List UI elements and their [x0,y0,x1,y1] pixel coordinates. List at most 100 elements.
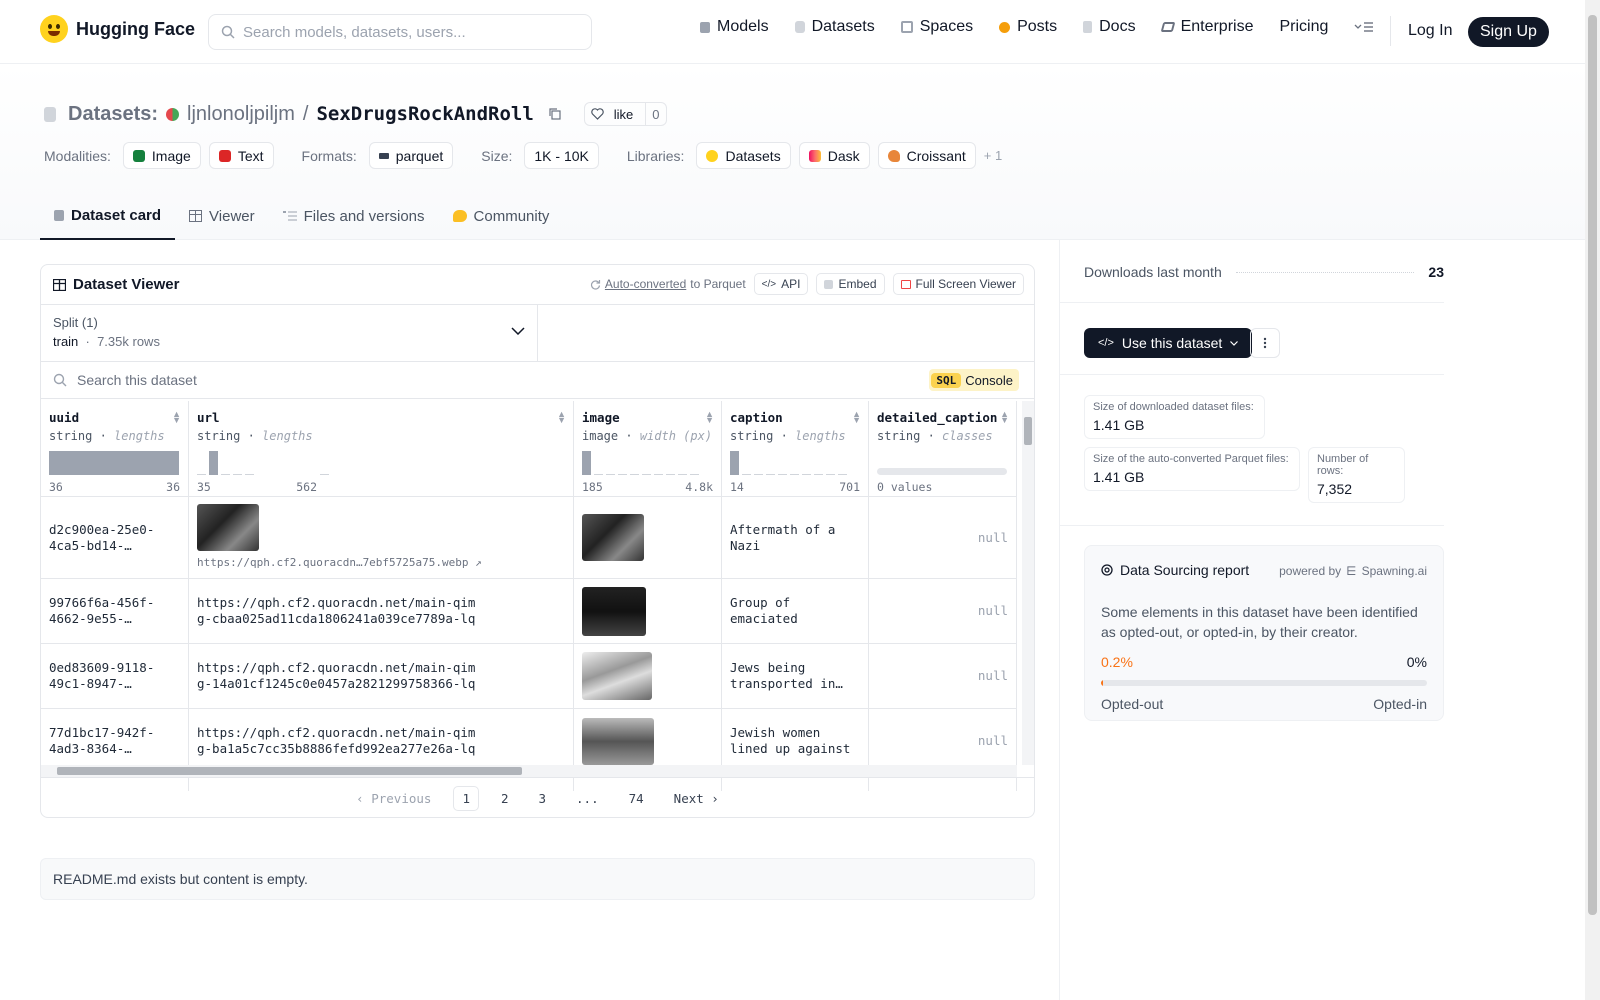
tab-viewer[interactable]: Viewer [175,192,269,240]
next-page-button[interactable]: Next › [666,787,727,810]
sort-icon[interactable]: ▲ ▼ [705,410,714,425]
column-header[interactable]: image image · width (px) ▲ ▼ 185 4.8k [574,401,721,497]
embed-button[interactable]: Embed [816,273,885,295]
page-button[interactable]: 1 [453,785,479,811]
library-datasets-chip[interactable]: Datasets [696,142,791,169]
sql-console-button[interactable]: SQL Console [929,369,1019,391]
page-scroll-thumb[interactable] [1588,15,1597,915]
histogram-bar [666,474,675,475]
tab-community-label: Community [473,207,550,225]
dataset-name[interactable]: SexDrugsRockAndRoll [316,103,533,125]
nav-more-menu[interactable] [1354,20,1374,34]
tab-dataset-card[interactable]: Dataset card [40,192,176,240]
tab-viewer-label: Viewer [209,207,255,225]
fullscreen-button[interactable]: Full Screen Viewer [892,273,1024,295]
nav-enterprise[interactable]: Enterprise [1160,18,1254,36]
image-thumbnail[interactable] [582,652,652,700]
table-cell[interactable] [574,644,721,709]
horizontal-scrollbar[interactable] [41,765,1017,777]
table-cell[interactable]: null [869,497,1016,579]
tab-community[interactable]: Community [439,192,564,240]
nav-docs[interactable]: Docs [1083,18,1136,36]
dataset-meta-row: Modalities: Image Text Formats: parquet … [44,142,1002,169]
sort-icon[interactable]: ▲ ▼ [557,410,566,425]
report-title: Data Sourcing report [1101,562,1249,578]
vertical-scroll-thumb[interactable] [1024,417,1032,445]
table-cell[interactable]: Jews being transported in… [722,644,868,709]
table-cell[interactable]: Aftermath of a Nazi concentratio… [722,497,868,579]
horizontal-scroll-thumb[interactable] [57,767,522,775]
sort-icon[interactable]: ▲ ▼ [172,410,181,425]
nav-posts[interactable]: Posts [999,18,1057,36]
table-cell[interactable]: 99766f6a-456f-4662-9e55-… [41,579,188,644]
column-header[interactable]: detailed_caption string · classes ▲ ▼ 0 v… [869,401,1016,497]
modality-text-chip[interactable]: Text [208,142,274,169]
auto-converted-link[interactable]: Auto-converted [605,277,686,291]
page-button[interactable]: 2 [493,787,517,810]
brand-name: Hugging Face [76,18,196,39]
table-cell[interactable] [574,497,721,579]
table-cell[interactable]: https://qph.cf2.quoracdn.net/main-qimg-1… [189,644,573,709]
cell-text[interactable]: https://qph.cf2.quoracdn…7ebf5725a75.web… [197,555,482,571]
table-cell[interactable]: Group of emaciated prisoners standin… [722,579,868,644]
like-count: 0 [645,103,665,125]
opted-out-percent: 0.2% [1101,654,1133,670]
table-cell[interactable] [574,579,721,644]
row-count-label: Number of rows: [1317,453,1369,477]
library-dask-chip[interactable]: Dask [798,142,870,169]
modality-image-chip[interactable]: Image [122,142,201,169]
more-options-button[interactable] [1250,328,1280,358]
column-url: url string · lengths ▲ ▼ 35 562 https://qp… [189,401,574,791]
table-cell[interactable]: null [869,579,1016,644]
column-header[interactable]: caption string · lengths ▲ ▼ 14 701 [722,401,868,497]
format-parquet-chip[interactable]: parquet [368,142,454,169]
posts-icon [999,21,1011,33]
previous-page-button[interactable]: ‹ Previous [348,787,439,810]
nav-enterprise-label: Enterprise [1180,18,1254,35]
nav-divider [1390,16,1391,46]
table-cell[interactable]: d2c900ea-25e0-4ca5-bd14-… [41,497,188,579]
histogram-bar [778,474,787,475]
library-dask-label: Dask [827,147,860,164]
url-preview-image[interactable] [197,504,259,551]
size-chip[interactable]: 1K - 10K [524,142,599,169]
table-cell[interactable]: https://qph.cf2.quoracdn.net/main-qimg-c… [189,579,573,644]
api-button[interactable]: </> API [753,273,809,295]
like-button[interactable]: like 0 [583,102,667,126]
login-link[interactable]: Log In [1408,22,1452,40]
owner-link[interactable]: ljnlonoljpiljm [187,103,295,126]
nav-pricing[interactable]: Pricing [1279,18,1328,36]
tab-files[interactable]: Files and versions [269,192,439,240]
column-header[interactable]: url string · lengths ▲ ▼ 35 562 [189,401,573,497]
nav-datasets[interactable]: Datasets [794,18,875,36]
nav-models[interactable]: Models [700,18,769,36]
global-search-input[interactable] [243,23,573,41]
dataset-search-input[interactable] [77,372,677,388]
brand-logo[interactable]: Hugging Face [40,15,195,43]
spawning-link[interactable]: Spawning.ai [1362,564,1427,578]
vertical-scrollbar[interactable] [1022,401,1034,765]
page-button[interactable]: 3 [531,787,555,810]
image-thumbnail[interactable] [582,586,646,636]
viewer-title-label: Dataset Viewer [73,276,180,293]
column-header[interactable]: uuid string · lengths ▲ ▼ 36 36 [41,401,188,497]
use-dataset-button[interactable]: </> Use this dataset [1084,328,1253,358]
image-thumbnail[interactable] [582,717,654,765]
split-selector[interactable]: Split (1) train · 7.35k rows [41,305,538,361]
copy-icon[interactable] [548,107,562,121]
page-button[interactable]: 74 [621,787,652,810]
global-search[interactable] [208,14,592,50]
table-cell[interactable]: 0ed83609-9118-49c1-8947-… [41,644,188,709]
signup-button[interactable]: Sign Up [1468,17,1549,47]
table-cell[interactable]: https://qph.cf2.quoracdn…7ebf5725a75.web… [189,497,573,579]
datasets-icon [794,21,805,33]
sort-icon[interactable]: ▲ ▼ [852,410,861,425]
files-icon [282,211,297,221]
page-scrollbar[interactable] [1585,0,1600,1000]
library-croissant-chip[interactable]: Croissant [877,142,976,169]
image-thumbnail[interactable] [582,514,644,561]
table-cell[interactable]: null [869,644,1016,709]
nav-spaces[interactable]: Spaces [900,18,973,36]
more-libraries[interactable]: + 1 [984,148,1002,163]
sort-icon[interactable]: ▲ ▼ [1000,410,1009,425]
